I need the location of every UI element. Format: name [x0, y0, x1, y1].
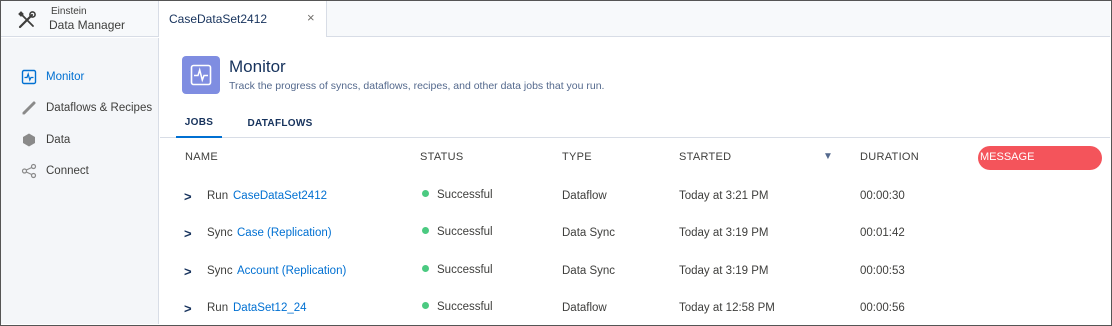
success-dot-icon: [422, 265, 429, 272]
column-header-started[interactable]: STARTED: [679, 151, 731, 163]
hexagon-icon: [21, 132, 37, 148]
sidebar-item-monitor[interactable]: Monitor: [21, 67, 84, 87]
tab-jobs[interactable]: JOBS: [176, 108, 222, 138]
table-row[interactable]: > Run CaseDataSet2412 Successful Dataflo…: [160, 178, 1110, 214]
type-cell: Data Sync: [562, 227, 616, 239]
started-cell: Today at 3:21 PM: [679, 190, 769, 202]
chevron-right-icon[interactable]: >: [184, 226, 192, 241]
pencil-icon: [21, 100, 37, 116]
duration-cell: 00:00:56: [860, 302, 905, 314]
duration-cell: 00:01:42: [860, 227, 905, 239]
job-kind: Run: [207, 190, 229, 202]
status-text: Successful: [437, 301, 493, 313]
chevron-right-icon[interactable]: >: [184, 264, 192, 279]
status-text: Successful: [437, 264, 493, 276]
chevron-right-icon[interactable]: >: [184, 301, 192, 316]
monitor-icon: [21, 69, 37, 85]
column-header-name[interactable]: NAME: [185, 151, 218, 163]
sidebar-item-label: Data: [46, 134, 71, 146]
type-cell: Data Sync: [562, 265, 616, 277]
status-text: Successful: [437, 226, 493, 238]
column-header-type[interactable]: TYPE: [562, 151, 592, 163]
sidebar-item-label: Monitor: [46, 71, 85, 83]
tools-icon: [18, 11, 36, 29]
job-kind: Sync: [207, 227, 233, 239]
monitor-header-icon: [182, 56, 220, 94]
table-row[interactable]: > Sync Case (Replication) Successful Dat…: [160, 215, 1110, 251]
success-dot-icon: [422, 302, 429, 309]
sidebar-item-label: Dataflows & Recipes: [46, 102, 153, 114]
sidebar-item-label: Connect: [46, 165, 89, 177]
started-cell: Today at 12:58 PM: [679, 302, 775, 314]
table-row[interactable]: > Run DataSet12_24 Successful Dataflow T…: [160, 290, 1110, 326]
status-cell: Successful: [422, 301, 493, 313]
top-bar: Einstein Data Manager CaseDataSet2412 ×: [1, 1, 1110, 37]
status-text: Successful: [437, 189, 493, 201]
status-cell: Successful: [422, 264, 493, 276]
type-cell: Dataflow: [562, 302, 607, 314]
app-title-line1: Einstein: [51, 6, 87, 17]
job-name-link[interactable]: CaseDataSet2412: [233, 190, 327, 202]
page-title: Monitor: [229, 57, 286, 76]
started-cell: Today at 3:19 PM: [679, 265, 769, 277]
job-tabs: JOBS DATAFLOWS: [160, 108, 1110, 138]
column-header-message-highlight[interactable]: MESSAGE: [978, 146, 1102, 170]
type-cell: Dataflow: [562, 190, 607, 202]
success-dot-icon: [422, 190, 429, 197]
job-kind: Sync: [207, 265, 233, 277]
column-header-duration[interactable]: DURATION: [860, 151, 919, 163]
table-row[interactable]: > Sync Account (Replication) Successful …: [160, 253, 1110, 289]
sidebar: Monitor Dataflows & Recipes Data Connect: [1, 38, 159, 324]
started-cell: Today at 3:19 PM: [679, 227, 769, 239]
column-header-status[interactable]: STATUS: [420, 151, 464, 163]
tab-dataflows[interactable]: DATAFLOWS: [247, 108, 312, 138]
tab-casedataset2412[interactable]: CaseDataSet2412 ×: [159, 1, 327, 37]
status-cell: Successful: [422, 189, 493, 201]
job-name-link[interactable]: Account (Replication): [237, 265, 346, 277]
job-name-link[interactable]: Case (Replication): [237, 227, 332, 239]
close-icon[interactable]: ×: [307, 10, 315, 25]
sidebar-item-dataflows-recipes[interactable]: Dataflows & Recipes: [21, 98, 152, 118]
status-cell: Successful: [422, 226, 493, 238]
sort-descending-icon[interactable]: ▼: [823, 151, 833, 162]
sidebar-item-data[interactable]: Data: [21, 130, 70, 150]
job-kind: Run: [207, 302, 229, 314]
job-name-link[interactable]: DataSet12_24: [233, 302, 307, 314]
app-launcher[interactable]: Einstein Data Manager: [1, 1, 159, 37]
app-title-line2: Data Manager: [49, 18, 126, 32]
success-dot-icon: [422, 227, 429, 234]
sidebar-item-connect[interactable]: Connect: [21, 161, 89, 181]
chevron-right-icon[interactable]: >: [184, 189, 192, 204]
column-header-message: MESSAGE: [980, 151, 1035, 163]
tab-label: CaseDataSet2412: [169, 12, 268, 26]
duration-cell: 00:00:53: [860, 265, 905, 277]
share-icon: [21, 163, 37, 179]
duration-cell: 00:00:30: [860, 190, 905, 202]
page-subtitle: Track the progress of syncs, dataflows, …: [229, 80, 605, 92]
